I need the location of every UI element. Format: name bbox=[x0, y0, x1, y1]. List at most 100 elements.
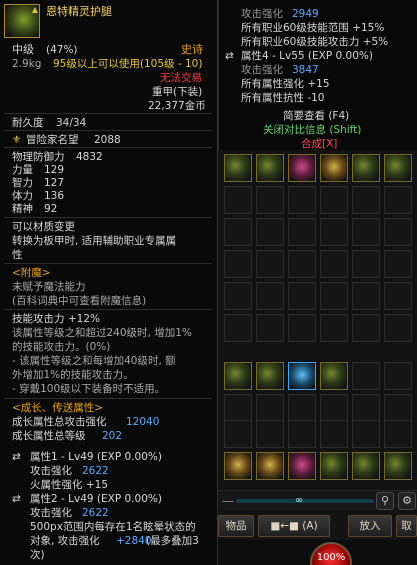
inventory-slot[interactable] bbox=[384, 420, 412, 448]
compare-attr4-attack-value: 3847 bbox=[292, 64, 319, 76]
inventory-slot[interactable] bbox=[384, 218, 412, 246]
inventory-slot-item[interactable] bbox=[352, 154, 380, 182]
inventory-slot[interactable] bbox=[224, 250, 252, 278]
fame-value: 2088 bbox=[94, 134, 121, 146]
trade-status: 无法交易 bbox=[160, 72, 202, 84]
inventory-slot[interactable] bbox=[256, 394, 284, 422]
inventory-slot[interactable] bbox=[288, 282, 316, 310]
item-rarity: 史诗 bbox=[181, 43, 203, 56]
inventory-slot[interactable] bbox=[352, 218, 380, 246]
inventory-slot-item[interactable] bbox=[320, 452, 348, 480]
inventory-slot[interactable] bbox=[224, 186, 252, 214]
inventory-slot[interactable] bbox=[320, 186, 348, 214]
inventory-slot[interactable] bbox=[224, 218, 252, 246]
inventory-slot[interactable] bbox=[256, 250, 284, 278]
minus-icon[interactable]: — bbox=[222, 495, 234, 507]
synthesis-hint: 合成[X] bbox=[301, 138, 338, 150]
enchant-line1: 未赋予魔法能力 bbox=[12, 281, 86, 293]
inventory-slot-item[interactable] bbox=[288, 154, 316, 182]
transfer-icon: ■←■ bbox=[270, 520, 299, 532]
transfer-hotkey: (A) bbox=[302, 520, 318, 532]
inventory-slot-item[interactable] bbox=[256, 362, 284, 390]
divider bbox=[4, 263, 212, 264]
inventory-slot[interactable] bbox=[352, 314, 380, 342]
transfer-button[interactable]: ■←■ (A) bbox=[258, 515, 330, 537]
search-icon[interactable]: ⚲ bbox=[376, 492, 394, 510]
item-tooltip: ▲ 恩特精灵护腿 中级 (47%) 史诗 2.9kg 95级以上可以使用(105… bbox=[0, 0, 218, 565]
inventory-slot[interactable] bbox=[224, 420, 252, 448]
inventory-slot[interactable] bbox=[288, 394, 316, 422]
inventory-slot[interactable] bbox=[320, 282, 348, 310]
inventory-slot[interactable] bbox=[288, 218, 316, 246]
take-button[interactable]: 取 bbox=[396, 515, 417, 537]
growth-attr2-desc1: 500px范围内每存在1名眩晕状态的 bbox=[30, 521, 196, 533]
scroll-thumb[interactable]: ∞ bbox=[290, 495, 308, 507]
inventory-slot-item[interactable] bbox=[224, 154, 252, 182]
inventory-slot-item[interactable] bbox=[224, 362, 252, 390]
inventory-slot[interactable] bbox=[384, 186, 412, 214]
inventory-slot-item[interactable] bbox=[352, 452, 380, 480]
inventory-slot[interactable] bbox=[384, 314, 412, 342]
fame-label: 冒险家名望 bbox=[26, 134, 79, 146]
inventory-slot[interactable] bbox=[320, 250, 348, 278]
inventory-action-bar: 物品 ■←■ (A) 放入 取 bbox=[218, 512, 417, 540]
inventory-slot[interactable] bbox=[320, 420, 348, 448]
inventory-slot[interactable] bbox=[352, 420, 380, 448]
inventory-slot[interactable] bbox=[256, 282, 284, 310]
inventory-slot-item[interactable] bbox=[256, 154, 284, 182]
compare-attack-label: 攻击强化 bbox=[241, 8, 283, 20]
inventory-slot[interactable] bbox=[352, 282, 380, 310]
inventory-slot-item[interactable] bbox=[288, 452, 316, 480]
inventory-slot[interactable] bbox=[256, 420, 284, 448]
inventory-slot[interactable] bbox=[288, 314, 316, 342]
stat-value: 127 bbox=[44, 177, 65, 189]
stat-value: 129 bbox=[44, 164, 65, 176]
inventory-slot[interactable] bbox=[320, 218, 348, 246]
material-change-line3: 性 bbox=[12, 249, 23, 261]
inventory-slot-item[interactable] bbox=[288, 362, 316, 390]
inventory-slot[interactable] bbox=[384, 394, 412, 422]
inventory-slot[interactable] bbox=[224, 314, 252, 342]
inventory-slot[interactable] bbox=[256, 218, 284, 246]
inventory-slot[interactable] bbox=[352, 186, 380, 214]
inventory-slot-item[interactable] bbox=[320, 362, 348, 390]
inventory-slot[interactable] bbox=[288, 250, 316, 278]
inventory-slot[interactable] bbox=[384, 250, 412, 278]
item-grade-percent: (47%) bbox=[46, 44, 78, 56]
inventory-slot-item[interactable] bbox=[320, 154, 348, 182]
inventory-slot-item[interactable] bbox=[384, 154, 412, 182]
inventory-slot[interactable] bbox=[288, 420, 316, 448]
growth-attr2-title: 属性2 - Lv49 (EXP 0.00%) bbox=[30, 493, 162, 505]
inventory-slot[interactable] bbox=[352, 250, 380, 278]
inventory-slot[interactable] bbox=[352, 394, 380, 422]
inventory-slot-item[interactable] bbox=[224, 452, 252, 480]
skill-attack-title: 技能攻击力 +12% bbox=[12, 313, 100, 325]
inventory-slot[interactable] bbox=[224, 394, 252, 422]
inventory-slot-item[interactable] bbox=[384, 452, 412, 480]
inventory-slot[interactable] bbox=[256, 314, 284, 342]
inventory-slot[interactable] bbox=[384, 282, 412, 310]
put-in-button[interactable]: 放入 bbox=[348, 515, 392, 537]
enchant-line2: (百科词典中可查看附魔信息) bbox=[12, 295, 147, 307]
bottom-hud: 100% bbox=[218, 540, 417, 565]
inventory-slot[interactable] bbox=[256, 186, 284, 214]
inventory-slot[interactable] bbox=[352, 362, 380, 390]
material-change-line1: 可以材质变更 bbox=[12, 221, 75, 233]
hp-orb: 100% bbox=[310, 542, 352, 565]
inventory-slot[interactable] bbox=[320, 314, 348, 342]
inventory-slot[interactable] bbox=[320, 394, 348, 422]
item-usable-level: 95级以上可以使用(105级 - 10) bbox=[53, 58, 203, 70]
shuffle-icon: ⇄ bbox=[12, 493, 21, 505]
growth-attr1-attack-value: 2622 bbox=[82, 465, 109, 477]
inventory-slot[interactable] bbox=[224, 282, 252, 310]
inventory-slot[interactable] bbox=[384, 362, 412, 390]
divider bbox=[4, 217, 212, 218]
inventory-slot-item[interactable] bbox=[256, 452, 284, 480]
divider bbox=[4, 309, 212, 310]
inventory-slot[interactable] bbox=[288, 186, 316, 214]
growth-total-level-value: 202 bbox=[102, 430, 123, 442]
shuffle-icon: ⇄ bbox=[12, 451, 21, 463]
inventory-scrollbar[interactable]: — ∞ ⚲ ⚙ bbox=[218, 490, 417, 510]
gear-icon[interactable]: ⚙ bbox=[398, 492, 416, 510]
items-button[interactable]: 物品 bbox=[218, 515, 254, 537]
